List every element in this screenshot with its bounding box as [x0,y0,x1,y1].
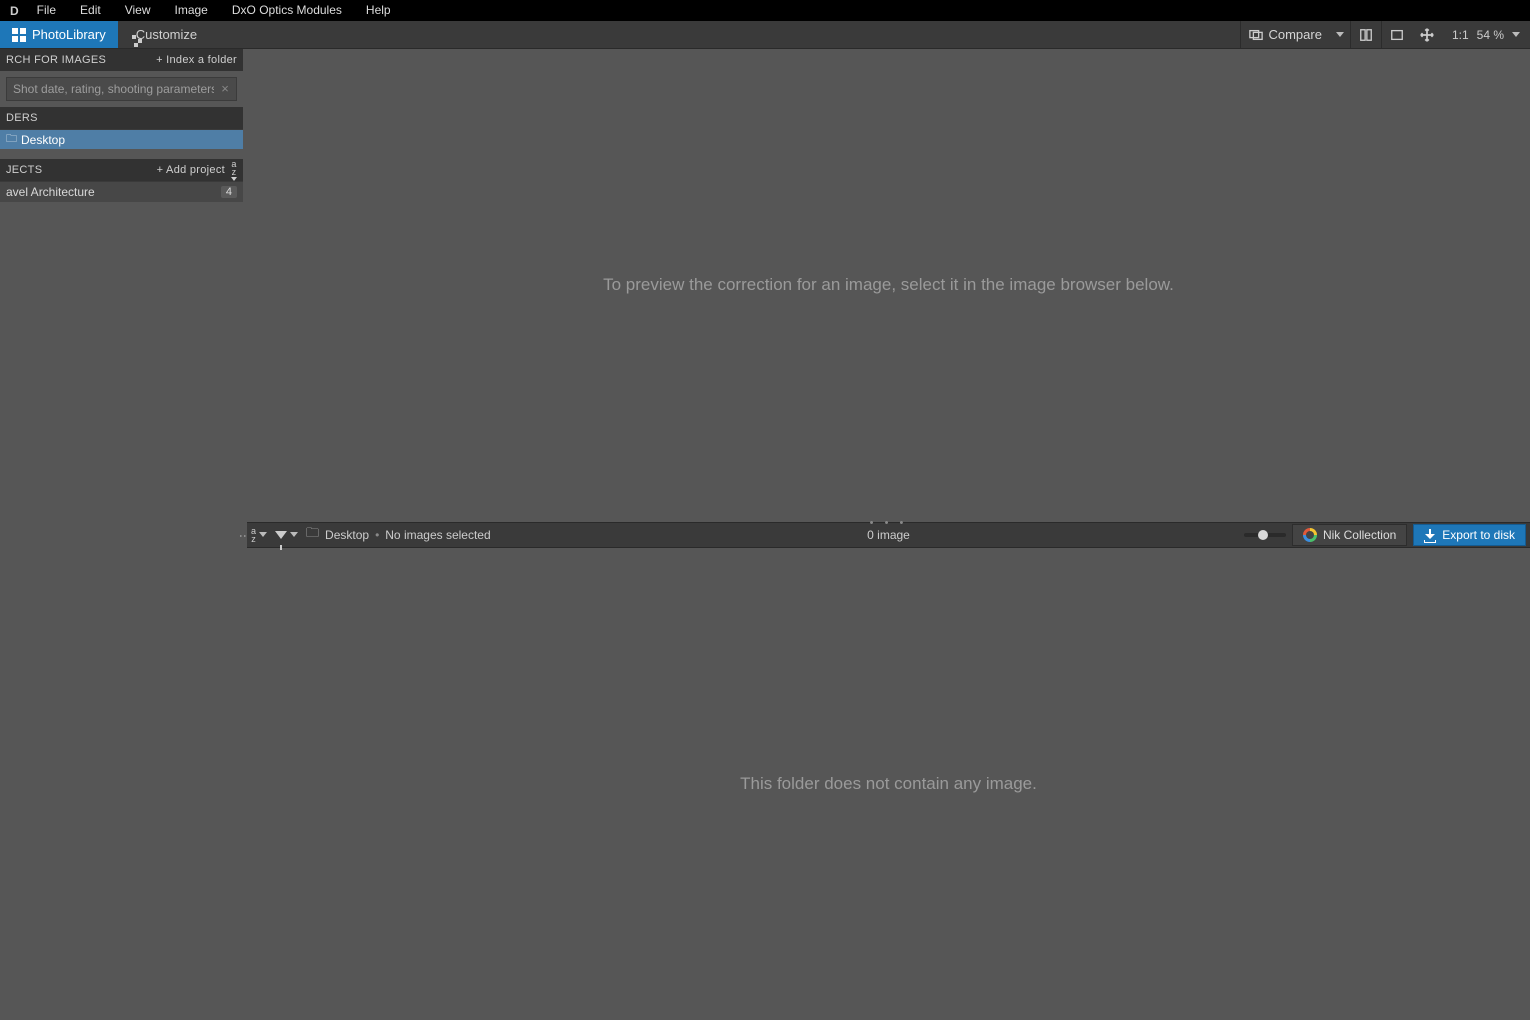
main-toolbar: PhotoLibrary Customize Compare [0,21,1530,49]
sidebar-empty-area [0,202,243,1020]
tab-customize-label: Customize [136,27,197,42]
index-folder-action[interactable]: + Index a folder [156,54,237,66]
grid-icon [12,28,26,42]
menu-file[interactable]: File [25,0,68,21]
tab-photolibrary[interactable]: PhotoLibrary [0,21,118,48]
fit-icon [1390,28,1404,42]
export-to-disk-button[interactable]: Export to disk [1413,524,1526,546]
search-section-header: RCH FOR IMAGES + Index a folder [0,49,243,71]
projects-section-title: JECTS [6,164,42,176]
compare-button[interactable]: Compare [1241,21,1329,48]
search-box: × [6,77,237,101]
menu-optics[interactable]: DxO Optics Modules [220,0,354,21]
projects-list: avel Architecture 4 [0,181,243,202]
nik-collection-icon [1303,528,1317,542]
preview-pane: To preview the correction for an image, … [247,49,1530,522]
folders-section-header: DERS [0,107,243,129]
fit-group: 1:1 54 % [1381,21,1530,48]
image-browser-pane: This folder does not contain any image. [247,548,1530,1020]
projects-section-header: JECTS + Add project az [0,159,243,181]
layout-group [1350,21,1381,48]
nik-collection-label: Nik Collection [1323,528,1396,542]
folder-icon: 🗀 [6,130,17,149]
search-row: × [0,71,243,107]
folder-item-desktop[interactable]: 🗀 Desktop [0,129,243,149]
zoom-ratio[interactable]: 1:1 [1452,28,1469,42]
clear-search-icon[interactable]: × [217,81,233,97]
folder-item-label: Desktop [21,133,65,147]
browser-sort-button[interactable]: az [251,527,267,543]
browser-bar-left: az 🗀 Desktop • No images selected [251,524,491,546]
move-tool-button[interactable] [1412,21,1442,48]
move-icon [1420,28,1434,42]
project-item[interactable]: avel Architecture 4 [0,182,243,202]
chevron-down-icon [231,177,237,181]
search-section-title: RCH FOR IMAGES [6,54,106,66]
compare-icon [1249,28,1263,42]
chevron-down-icon [259,532,267,537]
menu-bar: D File Edit View Image DxO Optics Module… [0,0,1530,21]
slider-knob[interactable] [1258,530,1268,540]
project-item-label: avel Architecture [6,185,95,199]
browser-filter-button[interactable] [275,531,298,539]
add-project-action[interactable]: + Add project [157,164,225,176]
browser-selection-status: No images selected [385,528,490,542]
menu-view[interactable]: View [113,0,163,21]
menu-image[interactable]: Image [163,0,220,21]
folder-icon: 🗀 [306,524,319,546]
export-icon [1424,529,1436,541]
projects-sort-button[interactable]: az [231,160,237,181]
split-view-button[interactable] [1351,21,1381,48]
image-browser-toolbar: • • • az 🗀 Desktop • No images selected [247,522,1530,548]
zoom-dropdown[interactable] [1512,32,1520,37]
sidebar: RCH FOR IMAGES + Index a folder × DERS 🗀… [0,49,243,1020]
preview-placeholder-text: To preview the correction for an image, … [603,275,1174,295]
zoom-controls: 1:1 54 % [1442,21,1530,48]
browser-breadcrumb: 🗀 Desktop • No images selected [306,524,491,546]
menu-edit[interactable]: Edit [68,0,113,21]
sort-az-icon: az [251,527,256,543]
tab-photolibrary-label: PhotoLibrary [32,27,106,42]
folder-spacer [0,149,243,159]
content-area: To preview the correction for an image, … [247,49,1530,1020]
tab-customize[interactable]: Customize [118,21,209,48]
export-label: Export to disk [1442,528,1515,542]
compare-label: Compare [1268,27,1321,42]
chevron-down-icon [1336,32,1344,37]
zoom-value: 54 % [1477,28,1504,42]
project-item-count: 4 [221,186,237,198]
separator-dot: • [375,528,379,542]
split-view-icon [1359,28,1373,42]
browser-bar-right: Nik Collection Export to disk [1244,524,1526,546]
browser-image-count: 0 image [867,528,910,542]
sort-az-icon: az [231,160,236,176]
chevron-down-icon [290,532,298,537]
folders-section-title: DERS [6,112,38,124]
fit-button[interactable] [1382,21,1412,48]
app-logo: D [4,4,25,18]
browser-empty-text: This folder does not contain any image. [740,774,1037,794]
search-input[interactable] [6,77,237,101]
main-area: RCH FOR IMAGES + Index a folder × DERS 🗀… [0,49,1530,1020]
thumbnail-size-slider[interactable] [1244,533,1286,537]
nik-collection-button[interactable]: Nik Collection [1292,524,1407,546]
compare-dropdown[interactable] [1330,21,1350,48]
filter-icon [275,531,287,539]
menu-help[interactable]: Help [354,0,403,21]
browser-folder-name[interactable]: Desktop [325,528,369,542]
compare-group: Compare [1240,21,1349,48]
